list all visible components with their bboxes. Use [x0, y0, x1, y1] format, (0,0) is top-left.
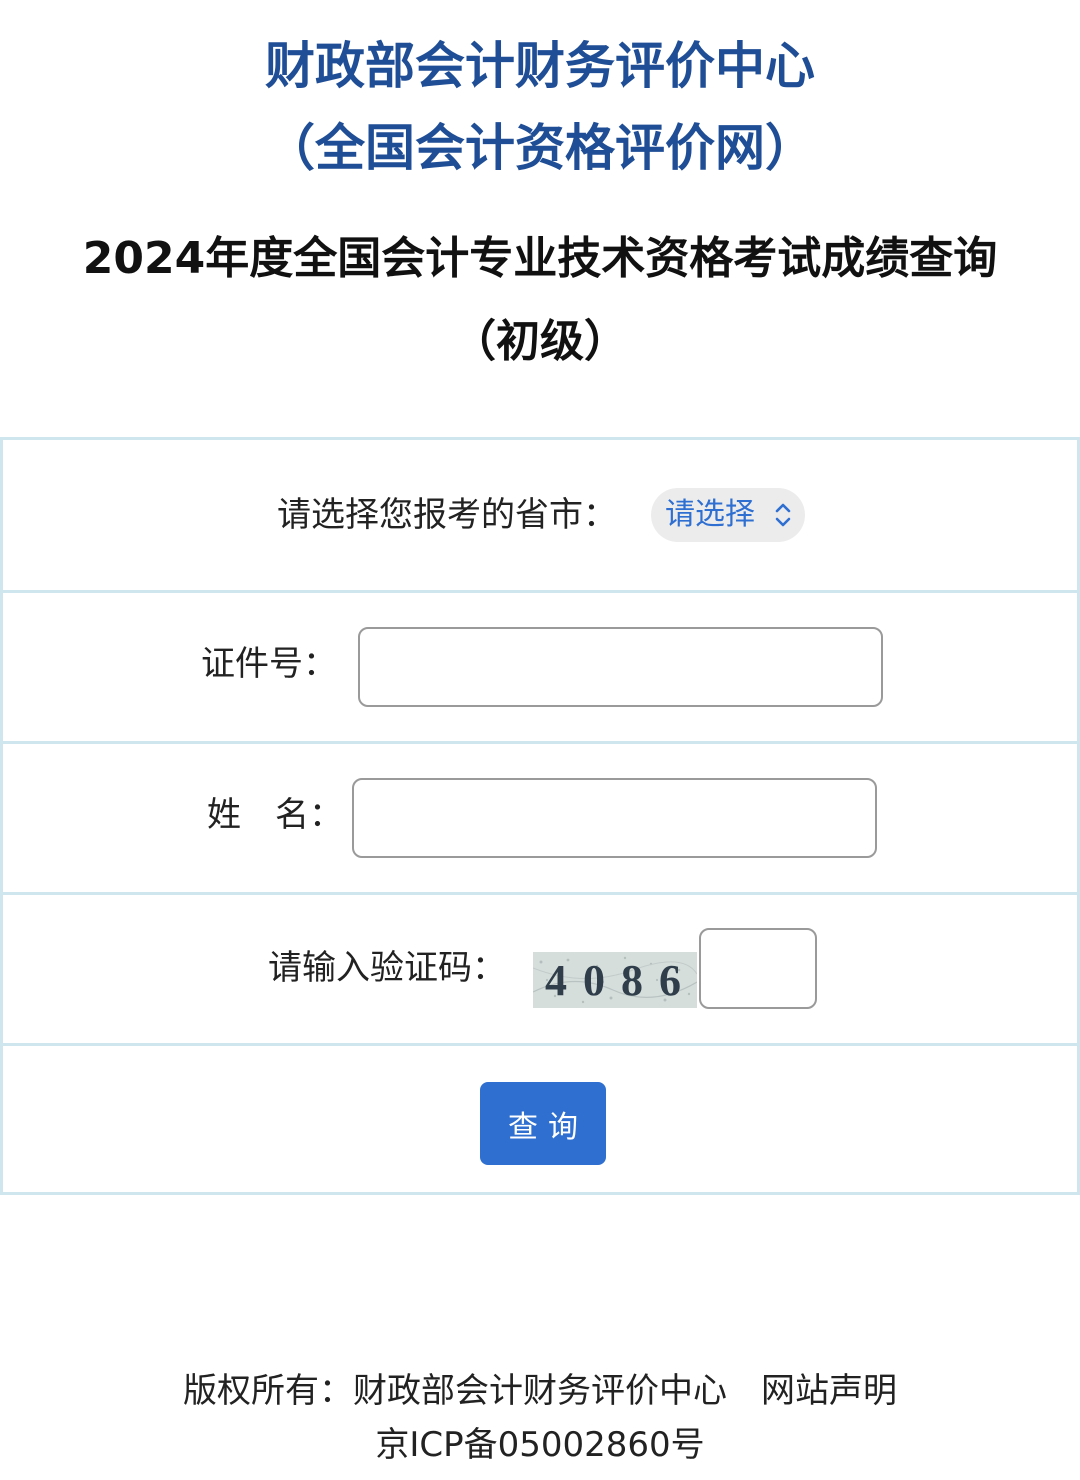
name-label: 姓 名：: [207, 795, 343, 835]
org-title-line1: 财政部会计财务评价中心: [265, 37, 815, 95]
query-button[interactable]: 查询: [480, 1082, 606, 1165]
footer-copyright: 版权所有：财政部会计财务评价中心 网站声明: [0, 1366, 1080, 1416]
footer-icp[interactable]: 京ICP备05002860号: [0, 1420, 1080, 1470]
name-input[interactable]: [352, 778, 877, 858]
captcha-input[interactable]: [699, 928, 817, 1009]
org-title-line2: （全国会计资格评价网）: [265, 119, 815, 177]
province-select[interactable]: 请选择: [651, 488, 805, 542]
captcha-row: 请输入验证码： 4086: [3, 892, 1077, 1045]
province-select-value: 请选择: [665, 497, 755, 532]
captcha-digits: 4086: [545, 956, 697, 1005]
page-title: 2024年度全国会计专业技术资格考试成绩查询: [82, 233, 998, 284]
page-subtitle: （初级）: [452, 316, 628, 367]
name-row: 姓 名：: [3, 741, 1077, 894]
copyright-text: 版权所有：财政部会计财务评价中心: [183, 1371, 727, 1411]
captcha-image[interactable]: 4086: [533, 952, 697, 1008]
id-number-label: 证件号：: [201, 644, 337, 684]
captcha-label: 请输入验证码：: [268, 948, 506, 988]
up-down-chevron-icon: [775, 503, 791, 527]
province-row: 请选择您报考的省市： 请选择: [3, 440, 1077, 590]
site-statement-link[interactable]: 网站声明: [761, 1371, 897, 1411]
id-number-input[interactable]: [358, 627, 883, 707]
province-label: 请选择您报考的省市：: [277, 495, 617, 535]
query-form: 请选择您报考的省市： 请选择 证件号： 姓 名： 请输入验证码： 4086 查询: [0, 437, 1080, 1195]
id-number-row: 证件号：: [3, 590, 1077, 743]
submit-row: 查询: [3, 1043, 1077, 1198]
